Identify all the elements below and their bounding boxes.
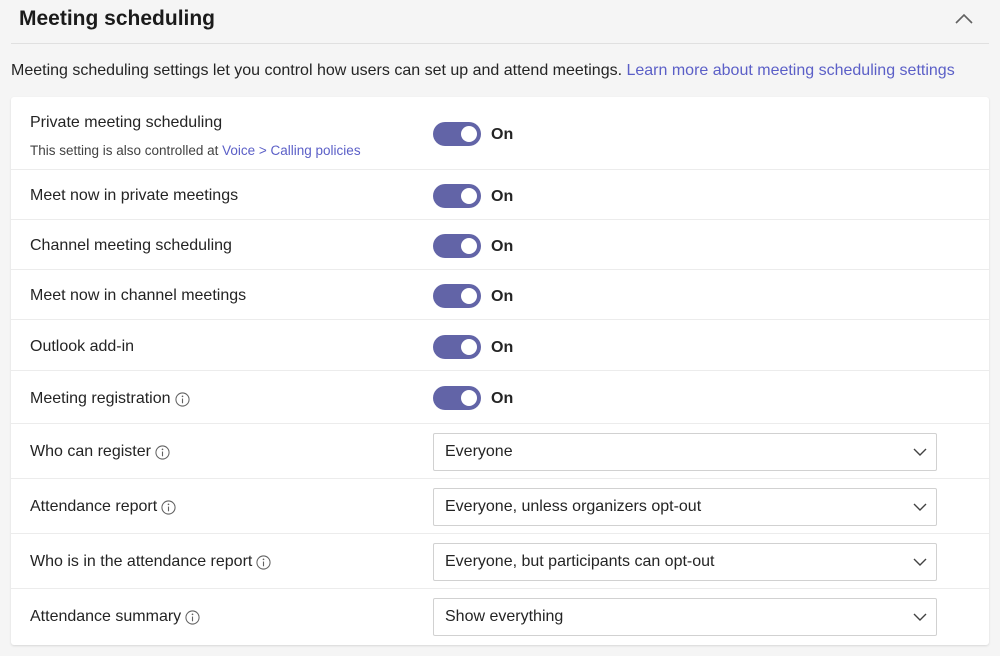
setting-label: Channel meeting scheduling bbox=[30, 237, 232, 254]
chevron-down-icon bbox=[913, 448, 927, 456]
chevron-down-icon bbox=[913, 558, 927, 566]
setting-row-who-in-attendance-report: Who is in the attendance report Everyone… bbox=[11, 533, 989, 589]
setting-label: Meet now in channel meetings bbox=[30, 287, 247, 304]
setting-label: Who is in the attendance report bbox=[30, 553, 253, 570]
settings-card: Private meeting scheduling This setting … bbox=[11, 97, 989, 645]
toggle-knob bbox=[461, 288, 477, 304]
setting-row-who-can-register: Who can register Everyone bbox=[11, 423, 989, 479]
description-text: Meeting scheduling settings let you cont… bbox=[11, 62, 623, 79]
toggle-knob bbox=[461, 339, 477, 355]
setting-row-meet-now-channel: Meet now in channel meetings On bbox=[11, 269, 989, 320]
toggle-knob bbox=[461, 188, 477, 204]
toggle-state: On bbox=[491, 126, 514, 143]
setting-row-meet-now-private: Meet now in private meetings On bbox=[11, 169, 989, 220]
setting-label-group: Attendance report bbox=[30, 498, 176, 516]
outlook-addin-toggle[interactable] bbox=[433, 335, 481, 359]
toggle-knob bbox=[461, 238, 477, 254]
meeting-registration-toggle[interactable] bbox=[433, 386, 481, 410]
setting-label-group: Who is in the attendance report bbox=[30, 553, 271, 571]
chevron-down-icon bbox=[913, 503, 927, 511]
attendance-report-dropdown[interactable]: Everyone, unless organizers opt-out bbox=[433, 488, 937, 526]
setting-row-private-meeting-scheduling: Private meeting scheduling This setting … bbox=[11, 97, 989, 170]
info-icon[interactable] bbox=[185, 609, 200, 625]
toggle-state: On bbox=[491, 390, 514, 407]
toggle-state: On bbox=[491, 288, 514, 305]
info-icon[interactable] bbox=[155, 444, 170, 460]
toggle-knob bbox=[461, 390, 477, 406]
setting-label-group: Attendance summary bbox=[30, 608, 200, 626]
dropdown-value: Everyone, but participants can opt-out bbox=[445, 553, 715, 570]
setting-label: Outlook add-in bbox=[30, 338, 135, 355]
channel-meeting-scheduling-toggle[interactable] bbox=[433, 234, 481, 258]
chevron-up-icon bbox=[955, 13, 973, 24]
setting-label-group: Meeting registration bbox=[30, 390, 190, 408]
section-header: Meeting scheduling bbox=[11, 0, 989, 44]
setting-row-meeting-registration: Meeting registration On bbox=[11, 370, 989, 424]
section-title: Meeting scheduling bbox=[19, 7, 216, 30]
who-can-register-dropdown[interactable]: Everyone bbox=[433, 433, 937, 471]
meet-now-private-toggle[interactable] bbox=[433, 184, 481, 208]
setting-label: Attendance report bbox=[30, 498, 158, 515]
setting-row-outlook-addin: Outlook add-in On bbox=[11, 319, 989, 371]
private-meeting-scheduling-toggle[interactable] bbox=[433, 122, 481, 146]
chevron-down-icon bbox=[913, 613, 927, 621]
learn-more-link[interactable]: Learn more about meeting scheduling sett… bbox=[626, 62, 954, 79]
setting-label-group: Who can register bbox=[30, 443, 170, 461]
info-icon[interactable] bbox=[174, 391, 190, 407]
toggle-state: On bbox=[491, 339, 514, 356]
setting-note-text: This setting is also controlled at bbox=[30, 143, 219, 158]
setting-label: Meet now in private meetings bbox=[30, 187, 239, 204]
setting-row-attendance-summary: Attendance summary Show everything bbox=[11, 588, 989, 645]
setting-label: Who can register bbox=[30, 443, 151, 460]
toggle-knob bbox=[461, 126, 477, 142]
toggle-state: On bbox=[491, 238, 514, 255]
attendance-summary-dropdown[interactable]: Show everything bbox=[433, 598, 937, 636]
info-icon[interactable] bbox=[161, 499, 176, 515]
dropdown-value: Everyone bbox=[445, 443, 513, 460]
calling-policies-link[interactable]: Voice > Calling policies bbox=[222, 143, 360, 158]
meet-now-channel-toggle[interactable] bbox=[433, 284, 481, 308]
dropdown-value: Everyone, unless organizers opt-out bbox=[445, 498, 702, 515]
dropdown-value: Show everything bbox=[445, 608, 564, 625]
toggle-state: On bbox=[491, 188, 514, 205]
setting-row-attendance-report: Attendance report Everyone, unless organ… bbox=[11, 478, 989, 534]
who-in-attendance-report-dropdown[interactable]: Everyone, but participants can opt-out bbox=[433, 543, 937, 581]
info-icon[interactable] bbox=[256, 554, 271, 570]
setting-label: Meeting registration bbox=[30, 390, 171, 407]
section-description: Meeting scheduling settings let you cont… bbox=[11, 62, 996, 80]
collapse-button[interactable] bbox=[953, 9, 975, 29]
setting-row-channel-meeting-scheduling: Channel meeting scheduling On bbox=[11, 219, 989, 270]
setting-label: Private meeting scheduling bbox=[30, 114, 223, 131]
setting-label: Attendance summary bbox=[30, 608, 182, 625]
setting-note: This setting is also controlled at Voice… bbox=[30, 143, 361, 158]
